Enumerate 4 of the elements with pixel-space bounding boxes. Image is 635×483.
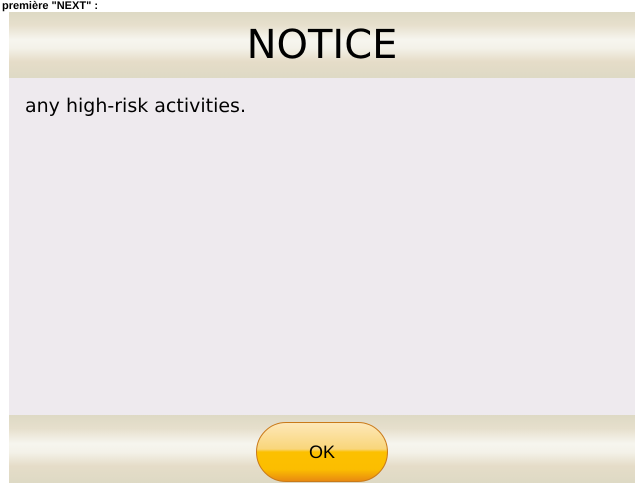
ok-button[interactable]: OK bbox=[256, 422, 388, 482]
dialog-title: NOTICE bbox=[246, 25, 398, 65]
notice-message: any high-risk activities. bbox=[25, 94, 247, 119]
top-text: première "NEXT" : bbox=[1, 0, 98, 12]
